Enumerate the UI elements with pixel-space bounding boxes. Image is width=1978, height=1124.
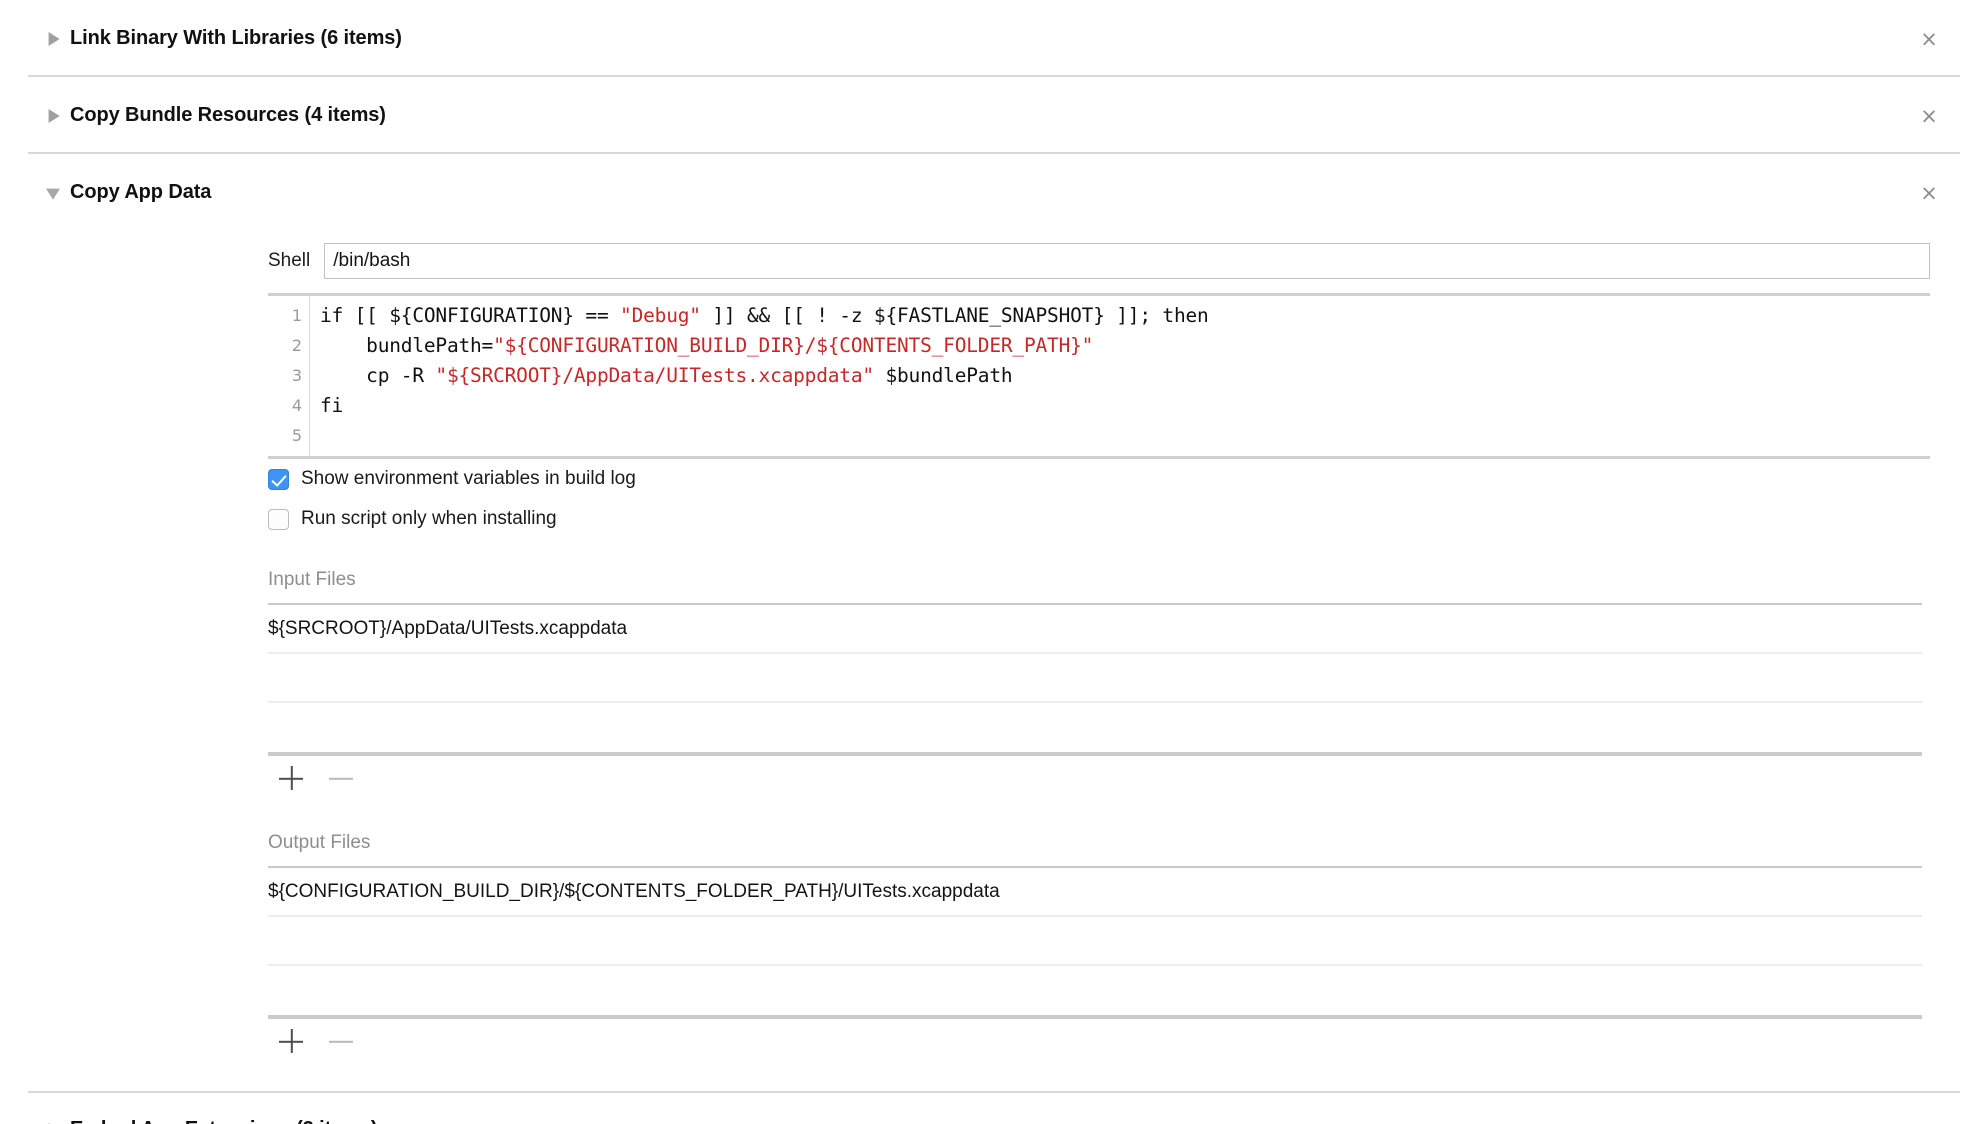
- phase-header-copy-bundle-resources[interactable]: Copy Bundle Resources (4 items) ×: [0, 77, 1978, 154]
- remove-output-file-button: [325, 1025, 359, 1059]
- output-files-table[interactable]: ${CONFIGURATION_BUILD_DIR}/${CONTENTS_FO…: [268, 866, 1922, 1015]
- phase-title: Copy App Data: [70, 181, 212, 203]
- close-icon[interactable]: ×: [1918, 28, 1940, 50]
- code-plain-token: fi: [320, 394, 344, 417]
- checkbox-label: Run script only when installing: [301, 508, 557, 529]
- checkbox-show-environment-variables[interactable]: [268, 468, 289, 490]
- code-string-token: "Debug": [620, 304, 701, 327]
- shell-input[interactable]: /bin/bash: [324, 243, 1930, 279]
- line-number: 3: [291, 366, 302, 385]
- editor-code-area[interactable]: if [[ ${CONFIGURATION} == "Debug" ]] && …: [310, 296, 1930, 456]
- table-row[interactable]: ${CONFIGURATION_BUILD_DIR}/${CONTENTS_FO…: [268, 868, 1922, 917]
- line-number: 4: [291, 396, 302, 415]
- disclosure-triangle-right-icon[interactable]: [42, 28, 64, 50]
- add-output-file-button[interactable]: [275, 1025, 309, 1059]
- phase-title: Link Binary With Libraries (6 items): [70, 27, 402, 49]
- code-line: bundlePath="${CONFIGURATION_BUILD_DIR}/$…: [320, 331, 1930, 361]
- phase-header-copy-app-data[interactable]: Copy App Data ×: [0, 154, 1978, 231]
- code-line: cp -R "${SRCROOT}/AppData/UITests.xcappd…: [320, 361, 1930, 391]
- editor-gutter: 1 2 3 4 5: [268, 296, 310, 456]
- phase-separator: [28, 1091, 1960, 1093]
- line-number: 2: [291, 336, 302, 355]
- shell-label: Shell: [268, 250, 311, 271]
- shell-row: Shell /bin/bash: [0, 243, 1978, 279]
- remove-input-file-button: [325, 762, 359, 796]
- phase-header-link-binary-with-libraries[interactable]: Link Binary With Libraries (6 items) ×: [0, 0, 1978, 77]
- code-plain-token: bundlePath=: [320, 334, 494, 357]
- close-icon[interactable]: ×: [1918, 105, 1940, 127]
- code-string-token: "${SRCROOT}/AppData/UITests.xcappdata": [435, 364, 874, 387]
- input-files-table[interactable]: ${SRCROOT}/AppData/UITests.xcappdata: [268, 603, 1922, 752]
- table-row[interactable]: [268, 654, 1922, 703]
- code-string-token: "${CONFIGURATION_BUILD_DIR}/${CONTENTS_F…: [493, 334, 1094, 357]
- output-files-heading: Output Files: [268, 832, 371, 853]
- build-phases-pane: Link Binary With Libraries (6 items) × C…: [0, 0, 1978, 1124]
- shell-input-value: /bin/bash: [333, 250, 411, 271]
- code-line: fi: [320, 391, 1930, 421]
- line-number: 5: [291, 426, 302, 445]
- input-files-section: Input Files ${SRCROOT}/AppData/UITests.x…: [0, 569, 1978, 802]
- add-input-file-button[interactable]: [275, 762, 309, 796]
- line-number: 1: [291, 306, 302, 325]
- option-row-run-script-only-when-installing[interactable]: Run script only when installing: [0, 499, 1978, 539]
- input-files-controls: [0, 756, 1978, 802]
- code-plain-token: if [[ ${CONFIGURATION} ==: [320, 304, 621, 327]
- copy-app-data-body: Shell /bin/bash 1 2 3 4 5 if [[ ${CONFIG…: [0, 243, 1978, 1091]
- code-plain-token: $bundlePath: [873, 364, 1013, 387]
- disclosure-triangle-right-icon[interactable]: [42, 105, 64, 127]
- table-row[interactable]: [268, 966, 1922, 1015]
- disclosure-triangle-down-icon[interactable]: [42, 182, 64, 204]
- table-row[interactable]: [268, 917, 1922, 966]
- code-plain-token: ]] && [[ ! -z ${FASTLANE_SNAPSHOT} ]]; t…: [700, 304, 1209, 327]
- input-files-heading: Input Files: [268, 569, 356, 590]
- table-row[interactable]: [268, 703, 1922, 752]
- checkbox-run-script-only-when-installing[interactable]: [268, 508, 289, 530]
- option-row-show-env-vars[interactable]: Show environment variables in build log: [0, 459, 1978, 499]
- phase-title: Copy Bundle Resources (4 items): [70, 104, 386, 126]
- output-files-controls: [0, 1019, 1978, 1065]
- output-files-section: Output Files ${CONFIGURATION_BUILD_DIR}/…: [0, 832, 1978, 1065]
- checkbox-label: Show environment variables in build log: [301, 468, 636, 489]
- close-icon[interactable]: ×: [1918, 1119, 1940, 1124]
- phase-header-embed-app-extensions[interactable]: Embed App Extensions (2 items) ×: [0, 1091, 1978, 1124]
- code-plain-token: cp -R: [320, 364, 436, 387]
- table-row[interactable]: ${SRCROOT}/AppData/UITests.xcappdata: [268, 605, 1922, 654]
- close-icon[interactable]: ×: [1918, 182, 1940, 204]
- phase-title: Embed App Extensions (2 items): [70, 1118, 378, 1124]
- script-code-editor[interactable]: 1 2 3 4 5 if [[ ${CONFIGURATION} == "Deb…: [268, 293, 1930, 459]
- code-line: if [[ ${CONFIGURATION} == "Debug" ]] && …: [320, 301, 1930, 331]
- disclosure-triangle-right-icon[interactable]: [42, 1119, 64, 1124]
